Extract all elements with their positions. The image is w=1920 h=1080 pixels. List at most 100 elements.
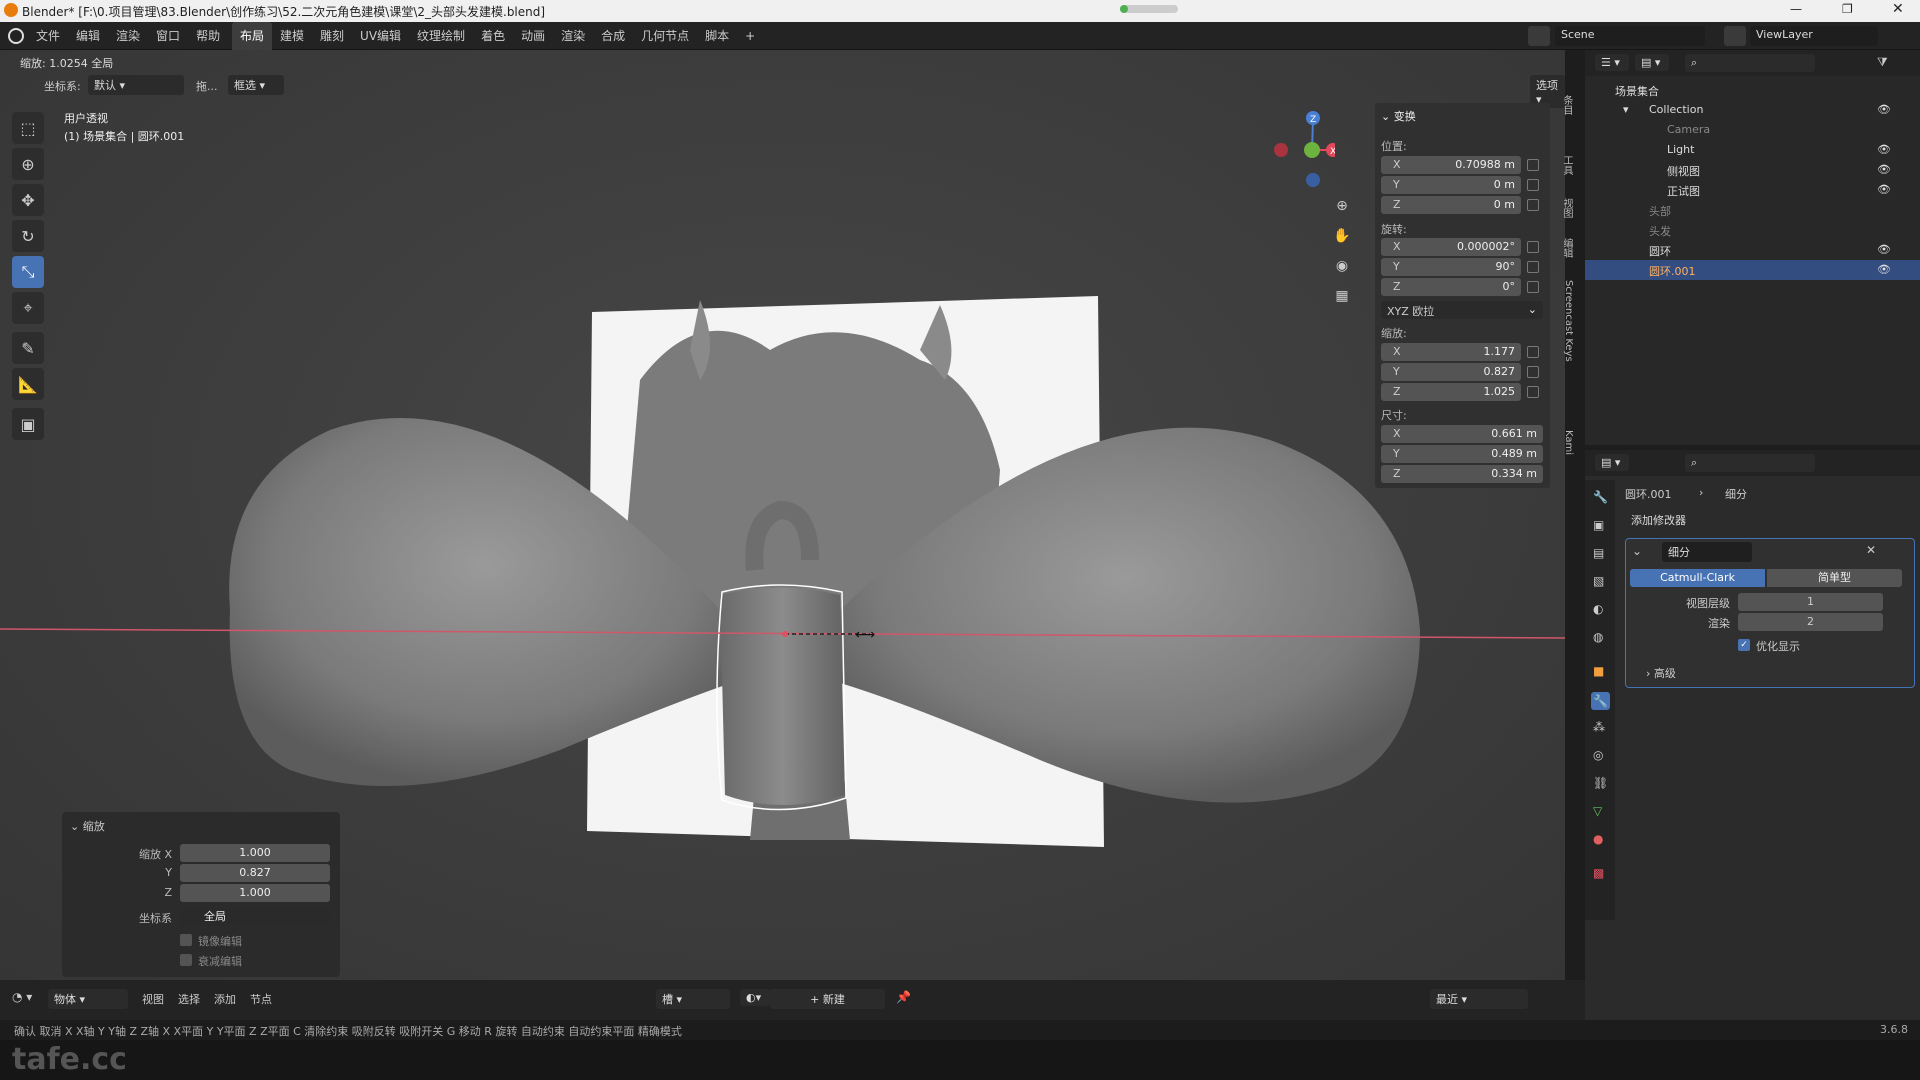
menu-select[interactable]: 选择 [178,991,200,1007]
rotate-tool[interactable]: ↻ [12,220,44,252]
menu-render[interactable]: 渲染 [108,22,148,50]
lock-icon[interactable] [1527,199,1539,211]
tab-shading[interactable]: 着色 [473,22,513,50]
tab-modeling[interactable]: 建模 [272,22,312,50]
camera-view-icon[interactable]: ◉ [1330,254,1354,278]
sidebar-tab-kami[interactable]: Kami [1558,430,1574,470]
close-icon[interactable]: ✕ [1892,1,1904,17]
ortho-grid-icon[interactable]: ▦ [1330,284,1354,308]
outliner-row-torus-001[interactable]: 圆环.001 👁 [1585,260,1920,280]
modifier-tab-icon[interactable]: 🔧 [1591,692,1610,710]
editor-type-icon[interactable]: ◔ ▾ [12,990,32,1004]
op-coord-dropdown[interactable]: 全局 [180,908,330,926]
outliner-row-collection[interactable]: ▾ Collection 👁 [1585,100,1920,120]
add-cube-tool[interactable]: ▣ [12,408,44,440]
maximize-icon[interactable]: ❐ [1842,2,1853,16]
tab-sculpting[interactable]: 雕刻 [312,22,352,50]
gizmo-y-axis[interactable] [1304,142,1320,158]
pan-hand-icon[interactable]: ✋ [1330,224,1354,248]
tab-rendering[interactable]: 渲染 [553,22,593,50]
menu-edit[interactable]: 编辑 [68,22,108,50]
tab-uv-editing[interactable]: UV编辑 [352,22,409,50]
levels-viewport-field[interactable]: 1 [1738,593,1883,611]
scale-tool[interactable]: ⤡ [12,256,44,288]
menu-node[interactable]: 节点 [250,991,272,1007]
mode-dropdown[interactable]: 物体 ▾ [48,989,128,1009]
menu-file[interactable]: 文件 [28,22,68,50]
menu-help[interactable]: 帮助 [188,22,228,50]
properties-search-input[interactable]: ⌕ [1685,454,1815,472]
sidebar-tab-view[interactable]: 视图 [1558,198,1574,238]
minimize-icon[interactable]: — [1790,2,1802,16]
navigation-gizmo[interactable]: Z X [1265,108,1335,198]
sidebar-tab-item[interactable]: 条目 [1558,95,1574,145]
add-modifier-dropdown[interactable]: 添加修改器 [1625,510,1915,530]
blender-menu-icon[interactable] [8,28,24,44]
object-tab-icon[interactable]: ■ [1593,664,1604,678]
viewlayer-selector[interactable]: ViewLayer [1750,26,1878,46]
lock-icon[interactable] [1527,386,1539,398]
select-mode-dropdown[interactable]: 框选 ▾ [228,75,284,95]
render-tab-icon[interactable]: ▣ [1593,518,1604,532]
tree-arrow-icon[interactable]: ▾ [1623,103,1629,116]
simple-button[interactable]: 简单型 [1767,569,1902,587]
torus-mesh[interactable] [720,587,845,806]
eye-icon[interactable]: 👁 [1877,183,1891,196]
zoom-icon[interactable]: ⊕ [1330,194,1354,218]
sidebar-tab-tool[interactable]: 工具 [1558,155,1574,195]
outliner-row-light[interactable]: Light 👁 [1585,140,1920,160]
material-tab-icon[interactable]: ● [1593,832,1603,846]
rotation-mode-dropdown[interactable]: XYZ 欧拉 ⌄ [1381,301,1543,319]
add-workspace-button[interactable]: + [737,22,763,50]
tab-compositing[interactable]: 合成 [593,22,633,50]
select-box-tool[interactable]: ⬚ [12,112,44,144]
lock-icon[interactable] [1527,179,1539,191]
menu-add[interactable]: 添加 [214,991,236,1007]
outliner-row-torus[interactable]: 圆环 👁 [1585,240,1920,260]
rotation-z-field[interactable]: Z 0° [1381,278,1521,296]
eye-icon[interactable]: 👁 [1877,103,1891,116]
collapse-arrow-icon[interactable]: ⌄ [1632,544,1642,558]
outliner-row-hair[interactable]: 头发 [1585,220,1920,240]
physics-tab-icon[interactable]: ◎ [1593,748,1603,762]
coord-system-dropdown[interactable]: 默认 ▾ [88,75,184,95]
rotation-y-field[interactable]: Y 90° [1381,258,1521,276]
menu-window[interactable]: 窗口 [148,22,188,50]
outliner-row-front-view[interactable]: 正试图 👁 [1585,180,1920,200]
scene-icon[interactable] [1528,26,1550,46]
outliner-row-scene-collection[interactable]: 场景集合 [1585,80,1920,100]
lock-icon[interactable] [1527,159,1539,171]
rotation-x-field[interactable]: X 0.000002° [1381,238,1521,256]
dimensions-y-field[interactable]: Y 0.489 m [1381,445,1543,463]
properties-editor-dropdown[interactable]: ▤ ▾ [1595,454,1629,471]
location-x-field[interactable]: X 0.70988 m [1381,156,1521,174]
snap-target-dropdown[interactable]: 最近 ▾ [1430,989,1528,1009]
particles-tab-icon[interactable]: ⁂ [1593,720,1605,734]
material-browse-button[interactable]: ◐▾ [740,989,770,1006]
scale-z-field[interactable]: Z 1.025 [1381,383,1521,401]
sidebar-tab-edit[interactable]: 编辑 [1558,238,1574,278]
optimal-display-checkbox[interactable]: ✓ [1738,639,1750,651]
outliner-row-camera[interactable]: Camera [1585,120,1920,140]
scale-y-field[interactable]: Y 0.827 [1381,363,1521,381]
annotate-tool[interactable]: ✎ [12,332,44,364]
location-y-field[interactable]: Y 0 m [1381,176,1521,194]
editor-type-dropdown[interactable]: ☰ ▾ [1595,54,1629,71]
move-tool[interactable]: ✥ [12,184,44,216]
slot-dropdown[interactable]: 槽 ▾ [656,989,730,1009]
world-tab-icon[interactable]: ◍ [1593,630,1603,644]
lock-icon[interactable] [1527,241,1539,253]
lock-icon[interactable] [1527,346,1539,358]
tool-tab-icon[interactable]: 🔧 [1593,490,1608,504]
scene-selector[interactable]: Scene [1555,26,1705,46]
viewlayer-icon[interactable] [1724,26,1746,46]
eye-icon[interactable]: 👁 [1877,263,1891,276]
output-tab-icon[interactable]: ▤ [1593,546,1604,560]
display-mode-dropdown[interactable]: ▤ ▾ [1635,54,1669,71]
gizmo-neg-z-axis[interactable] [1306,173,1320,187]
location-z-field[interactable]: Z 0 m [1381,196,1521,214]
filter-icon[interactable]: ⧩ [1877,55,1888,70]
texture-tab-icon[interactable]: ▩ [1593,866,1604,880]
new-material-button[interactable]: + 新建 [770,989,885,1009]
dimensions-x-field[interactable]: X 0.661 m [1381,425,1543,443]
